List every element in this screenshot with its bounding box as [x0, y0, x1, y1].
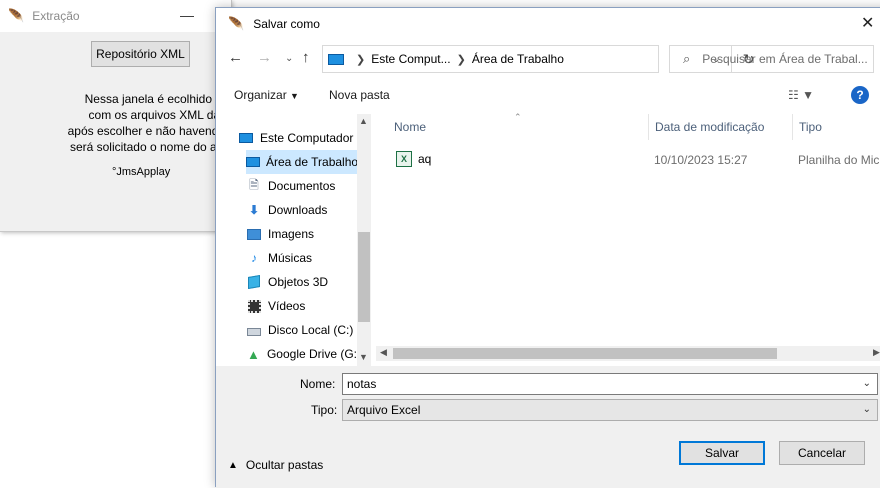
scroll-right-icon[interactable]: ▶ [873, 347, 880, 358]
chevron-right-icon[interactable]: ❯ [356, 53, 365, 66]
background-window: 🪶 Extração — Repositório XML Nessa janel… [0, 0, 272, 232]
minimize-icon[interactable]: — [180, 7, 194, 23]
organize-button[interactable]: Organizar ▼ [234, 88, 299, 102]
back-arrow-icon[interactable]: ← [228, 49, 243, 66]
nav-item-musicas[interactable]: ♪ Músicas [246, 246, 357, 270]
downloads-icon: ⬇ [248, 203, 260, 217]
navigation-pane: Este Computador Área de Trabalho 🗎 Docum… [216, 114, 371, 366]
nav-item-documentos[interactable]: 🗎 Documentos [246, 174, 357, 198]
file-name-value: notas [347, 377, 377, 391]
nav-item-label: Vídeos [268, 299, 306, 313]
save-as-dialog: 🪶 Salvar como ✕ ← → ⌄ ↑ ❯ Este Comput...… [215, 7, 880, 488]
google-drive-icon: ▲ [247, 346, 260, 362]
nav-item-label: Músicas [268, 251, 313, 265]
nav-item-label: Área de Trabalho [266, 155, 357, 169]
column-header-date[interactable]: Data de modificação [655, 120, 764, 134]
help-icon[interactable]: ? [851, 86, 869, 104]
chevron-down-icon: ▼ [290, 91, 299, 101]
save-button[interactable]: Salvar [679, 441, 765, 465]
background-window-title: Extração [32, 9, 80, 23]
credit-text: °JmsApplay [112, 166, 171, 178]
column-divider[interactable] [792, 114, 793, 140]
dialog-titlebar: 🪶 Salvar como [216, 8, 880, 40]
view-options-icon[interactable]: ☷ ▼ [788, 88, 814, 102]
hide-folders-toggle[interactable]: ▲ Ocultar pastas [228, 458, 323, 472]
new-folder-button[interactable]: Nova pasta [329, 88, 390, 102]
forward-arrow-icon[interactable]: → [257, 49, 272, 66]
scrollbar-thumb[interactable] [393, 348, 777, 359]
images-icon [246, 226, 262, 242]
chevron-down-icon[interactable]: ⌄ [863, 378, 871, 389]
search-input[interactable]: ⌕ Pesquisar em Área de Trabal... [669, 45, 874, 73]
navigation-bar: ← → ⌄ ↑ ❯ Este Comput... ❯ Área de Traba… [216, 43, 880, 77]
computer-icon [238, 130, 254, 146]
xml-repository-button[interactable]: Repositório XML [91, 41, 190, 67]
name-label: Nome: [300, 377, 336, 391]
type-label: Tipo: [311, 403, 338, 417]
up-arrow-icon[interactable]: ↑ [302, 49, 310, 66]
dialog-title: Salvar como [253, 17, 320, 31]
nav-item-label: Disco Local (C:) [268, 323, 354, 337]
chevron-up-icon: ▲ [228, 459, 238, 471]
scrollbar-thumb[interactable] [358, 232, 370, 322]
save-form: Nome: notas ⌄ Tipo: Arquivo Excel ⌄ ▲ Oc… [216, 366, 880, 488]
breadcrumb-segment[interactable]: Área de Trabalho [472, 52, 564, 66]
nav-item-label: Este Computador [260, 131, 354, 145]
nav-item-label: Documentos [268, 179, 336, 193]
chevron-down-icon[interactable]: ⌄ [863, 404, 871, 415]
scroll-up-icon[interactable]: ▲ [359, 116, 368, 126]
feather-icon: 🪶 [8, 8, 25, 23]
search-icon: ⌕ [683, 51, 691, 66]
command-bar: Organizar ▼ Nova pasta ☷ ▼ ? [216, 83, 880, 109]
address-bar[interactable]: ❯ Este Comput... ❯ Área de Trabalho ⌄ ↻ [322, 45, 754, 73]
file-type: Planilha do Mic [798, 153, 880, 167]
file-name-field[interactable]: notas ⌄ [342, 373, 878, 395]
navigation-pane-scrollbar[interactable]: ▲ ▼ [357, 114, 371, 366]
background-titlebar: 🪶 Extração [0, 0, 231, 32]
videos-icon [246, 298, 262, 314]
nav-item-disco-local[interactable]: Disco Local (C:) [246, 318, 357, 342]
column-header-name[interactable]: Nome [394, 120, 426, 134]
file-name: aq [418, 152, 432, 166]
desktop-icon [246, 154, 260, 170]
nav-item-downloads[interactable]: ⬇ Downloads [246, 198, 357, 222]
nav-item-videos[interactable]: Vídeos [246, 294, 357, 318]
file-type-value: Arquivo Excel [347, 403, 421, 417]
nav-item-area-de-trabalho[interactable]: Área de Trabalho [246, 150, 357, 174]
search-placeholder: Pesquisar em Área de Trabal... [702, 52, 868, 66]
documents-icon: 🗎 [249, 177, 259, 192]
organize-label: Organizar [234, 88, 287, 102]
column-divider[interactable] [648, 114, 649, 140]
close-icon[interactable]: ✕ [861, 13, 874, 33]
column-header-type[interactable]: Tipo [799, 120, 822, 134]
cancel-button[interactable]: Cancelar [779, 441, 865, 465]
file-name-cell: X aq [396, 151, 431, 167]
file-date: 10/10/2023 15:27 [654, 153, 748, 167]
objects3d-icon [246, 274, 262, 290]
chevron-right-icon[interactable]: ❯ [457, 53, 466, 66]
computer-icon [328, 53, 344, 65]
excel-file-icon: X [396, 151, 412, 167]
drive-icon [246, 322, 262, 338]
file-list: ⌃ Nome Data de modificação Tipo X aq 10/… [376, 112, 880, 366]
nav-item-objetos-3d[interactable]: Objetos 3D [246, 270, 357, 294]
nav-item-imagens[interactable]: Imagens [246, 222, 357, 246]
nav-item-label: Downloads [268, 203, 328, 217]
file-type-select[interactable]: Arquivo Excel ⌄ [342, 399, 878, 421]
nav-item-label: Imagens [268, 227, 315, 241]
file-row[interactable]: X aq 10/10/2023 15:27 Planilha do Mic [376, 146, 880, 170]
sort-ascending-icon: ⌃ [514, 112, 522, 122]
hide-folders-label: Ocultar pastas [245, 458, 324, 472]
breadcrumb-segment[interactable]: Este Comput... [371, 52, 450, 66]
nav-item-label: Objetos 3D [268, 275, 329, 289]
nav-item-google-drive[interactable]: ▲ Google Drive (G: [246, 342, 357, 366]
music-icon: ♪ [251, 251, 257, 265]
scroll-left-icon[interactable]: ◀ [380, 347, 387, 358]
nav-item-label: Google Drive (G: [266, 347, 357, 361]
recent-locations-chevron-icon[interactable]: ⌄ [285, 53, 293, 64]
scroll-down-icon[interactable]: ▼ [359, 352, 368, 362]
feather-icon: 🪶 [228, 16, 245, 31]
file-list-horizontal-scrollbar[interactable]: ◀ ▶ [376, 346, 880, 361]
